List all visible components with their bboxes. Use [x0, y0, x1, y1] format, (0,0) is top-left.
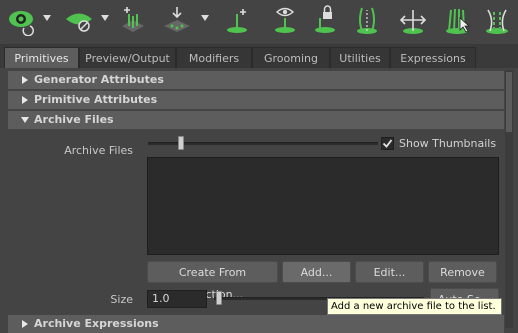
tab-preview-output[interactable]: Preview/Output — [79, 47, 176, 68]
frame-archive-files[interactable]: Archive Files — [8, 111, 504, 129]
create-from-selection-button[interactable]: Create From Selection... — [147, 261, 278, 301]
frame-title: Primitive Attributes — [34, 93, 158, 106]
show-thumbnails-checkbox[interactable] — [381, 137, 394, 150]
show-guides-icon[interactable] — [268, 4, 302, 36]
add-guides-icon[interactable] — [116, 4, 150, 36]
tab-primitives[interactable]: Primitives — [4, 47, 79, 68]
scrollbar-thumb[interactable] — [506, 72, 512, 132]
expand-arrow-icon — [20, 319, 30, 329]
size-label: Size — [110, 293, 133, 306]
select-guides-icon[interactable] — [440, 4, 474, 36]
frame-title: Generator Attributes — [34, 73, 164, 86]
scale-strands-icon[interactable] — [396, 4, 430, 36]
remove-button[interactable]: Remove — [428, 261, 497, 283]
add-stroke-icon[interactable] — [220, 4, 254, 36]
show-thumbnails-label: Show Thumbnails — [399, 137, 497, 150]
toolbar — [0, 0, 518, 42]
add-button[interactable]: Add... — [282, 261, 351, 283]
chevron-down-icon[interactable] — [101, 15, 109, 21]
frame-title: Archive Expressions — [34, 317, 159, 330]
frame-archive-expressions[interactable]: Archive Expressions — [8, 315, 504, 333]
size-field[interactable]: 1.0 — [147, 290, 207, 308]
chevron-down-icon[interactable] — [201, 15, 209, 21]
vertical-scrollbar[interactable] — [505, 70, 513, 328]
tab-grooming[interactable]: Grooming — [252, 47, 330, 68]
archive-slider-handle[interactable] — [178, 136, 184, 150]
frame-primitive-attributes[interactable]: Primitive Attributes — [8, 91, 504, 109]
tooltip: Add a new archive file to the list. — [327, 298, 502, 315]
tab-expressions[interactable]: Expressions — [390, 47, 476, 68]
frame-generator-attributes[interactable]: Generator Attributes — [8, 71, 504, 89]
archive-files-list[interactable] — [147, 157, 499, 255]
move-guides-icon[interactable] — [160, 4, 194, 36]
expand-arrow-icon — [20, 75, 30, 85]
archive-files-label: Archive Files — [64, 144, 133, 157]
collapse-arrow-icon — [20, 115, 30, 125]
tab-bar: Primitives Preview/Output Modifiers Groo… — [0, 44, 518, 68]
frame-title: Archive Files — [34, 113, 114, 126]
chevron-down-icon[interactable] — [43, 15, 51, 21]
edit-button[interactable]: Edit... — [355, 261, 424, 283]
size-slider-handle[interactable] — [216, 291, 222, 305]
lock-guides-icon[interactable] — [308, 4, 342, 36]
tab-modifiers[interactable]: Modifiers — [176, 47, 252, 68]
select-strands-icon[interactable] — [350, 4, 384, 36]
hide-eye-icon[interactable] — [62, 4, 96, 36]
tab-utilities[interactable]: Utilities — [330, 47, 390, 68]
collapse-strands-icon[interactable] — [480, 4, 514, 36]
eye-rotate-icon[interactable] — [4, 4, 38, 36]
attribute-panel: Generator Attributes Primitive Attribute… — [4, 68, 514, 333]
expand-arrow-icon — [20, 95, 30, 105]
